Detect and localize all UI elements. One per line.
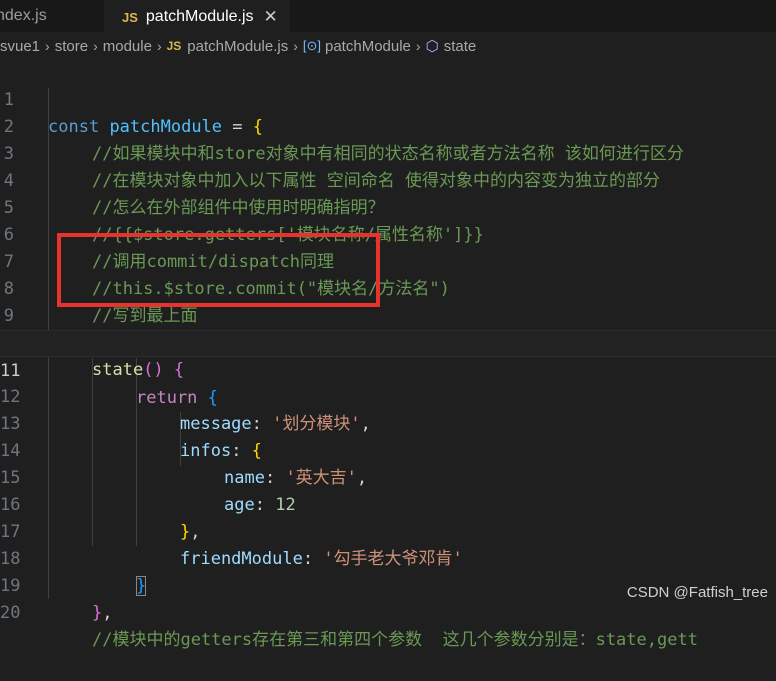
code-line: 4 //怎么在外部组件中使用时明确指明？ (0, 141, 776, 218)
code-line: 3 //在模块对象中加入以下属性 空间命名 使得对象中的内容变为独立的部分 (0, 114, 776, 191)
code-line: 13 infos: { (0, 384, 776, 461)
breadcrumb-item-file[interactable]: patchModule.js (187, 38, 288, 55)
tab-index-js[interactable]: ndex.js (0, 0, 104, 32)
chevron-right-icon: › (45, 38, 50, 54)
chevron-right-icon: › (93, 38, 98, 54)
code-line: 17 friendModule: '勾手老大爷邓肯' (0, 492, 776, 569)
js-file-icon: JS (122, 9, 138, 25)
code-line: 2 //如果模块中和store对象中有相同的状态名称或者方法名称 该如何进行区分 (0, 87, 776, 164)
js-file-icon: JS (166, 39, 182, 53)
chevron-right-icon: › (293, 38, 298, 54)
chevron-right-icon: › (415, 38, 421, 54)
code-line: 14 name: '英大吉', (0, 411, 776, 488)
tab-bar: ndex.js JS patchModule.js ✕ (0, 0, 776, 33)
code-line: 6 //调用commit/dispatch同理 (0, 195, 776, 272)
code-line: 12 message: '划分模块', (0, 357, 776, 434)
tab-label: patchModule.js (145, 8, 254, 25)
cube-icon: ⬡ (425, 38, 439, 55)
code-text: }, (92, 603, 113, 623)
breadcrumb-item-module[interactable]: module (103, 38, 152, 55)
breadcrumb-item-svue1[interactable]: svue1 (0, 38, 40, 55)
breadcrumb: svue1 › store › module › JS patchModule.… (0, 32, 776, 60)
object-icon: [⊙] (302, 38, 321, 53)
code-line: 1 const patchModule = { (0, 60, 776, 137)
breadcrumb-item-patchmodule[interactable]: patchModule (325, 38, 411, 55)
code-line-current: 11 return { (0, 330, 776, 408)
code-line: 10 state() { (0, 303, 776, 380)
chevron-right-icon: › (156, 38, 162, 54)
line-number: 20 (0, 603, 21, 623)
close-icon[interactable]: ✕ (264, 7, 278, 27)
breadcrumb-item-state[interactable]: state (444, 38, 477, 55)
breadcrumb-item-store[interactable]: store (55, 38, 88, 55)
red-highlight-box (57, 233, 380, 307)
code-line: 16 }, (0, 465, 776, 542)
tab-label: ndex.js (0, 7, 47, 24)
code-line: 18 } (0, 519, 776, 596)
code-line: 19 }, (0, 546, 776, 623)
code-line: 5 //{{$store.getters['模块名称/属性名称']}} (0, 168, 776, 245)
code-line: 15 age: 12 (0, 438, 776, 515)
tab-patchmodule-js[interactable]: JS patchModule.js ✕ (104, 0, 290, 33)
code-editor[interactable]: 1 const patchModule = { 2 //如果模块中和store对… (0, 60, 776, 650)
code-comment: //模块中的getters存在第三和第四个参数 这几个参数分别是：state,g… (92, 630, 698, 650)
watermark: CSDN @Fatfish_tree (624, 584, 770, 601)
